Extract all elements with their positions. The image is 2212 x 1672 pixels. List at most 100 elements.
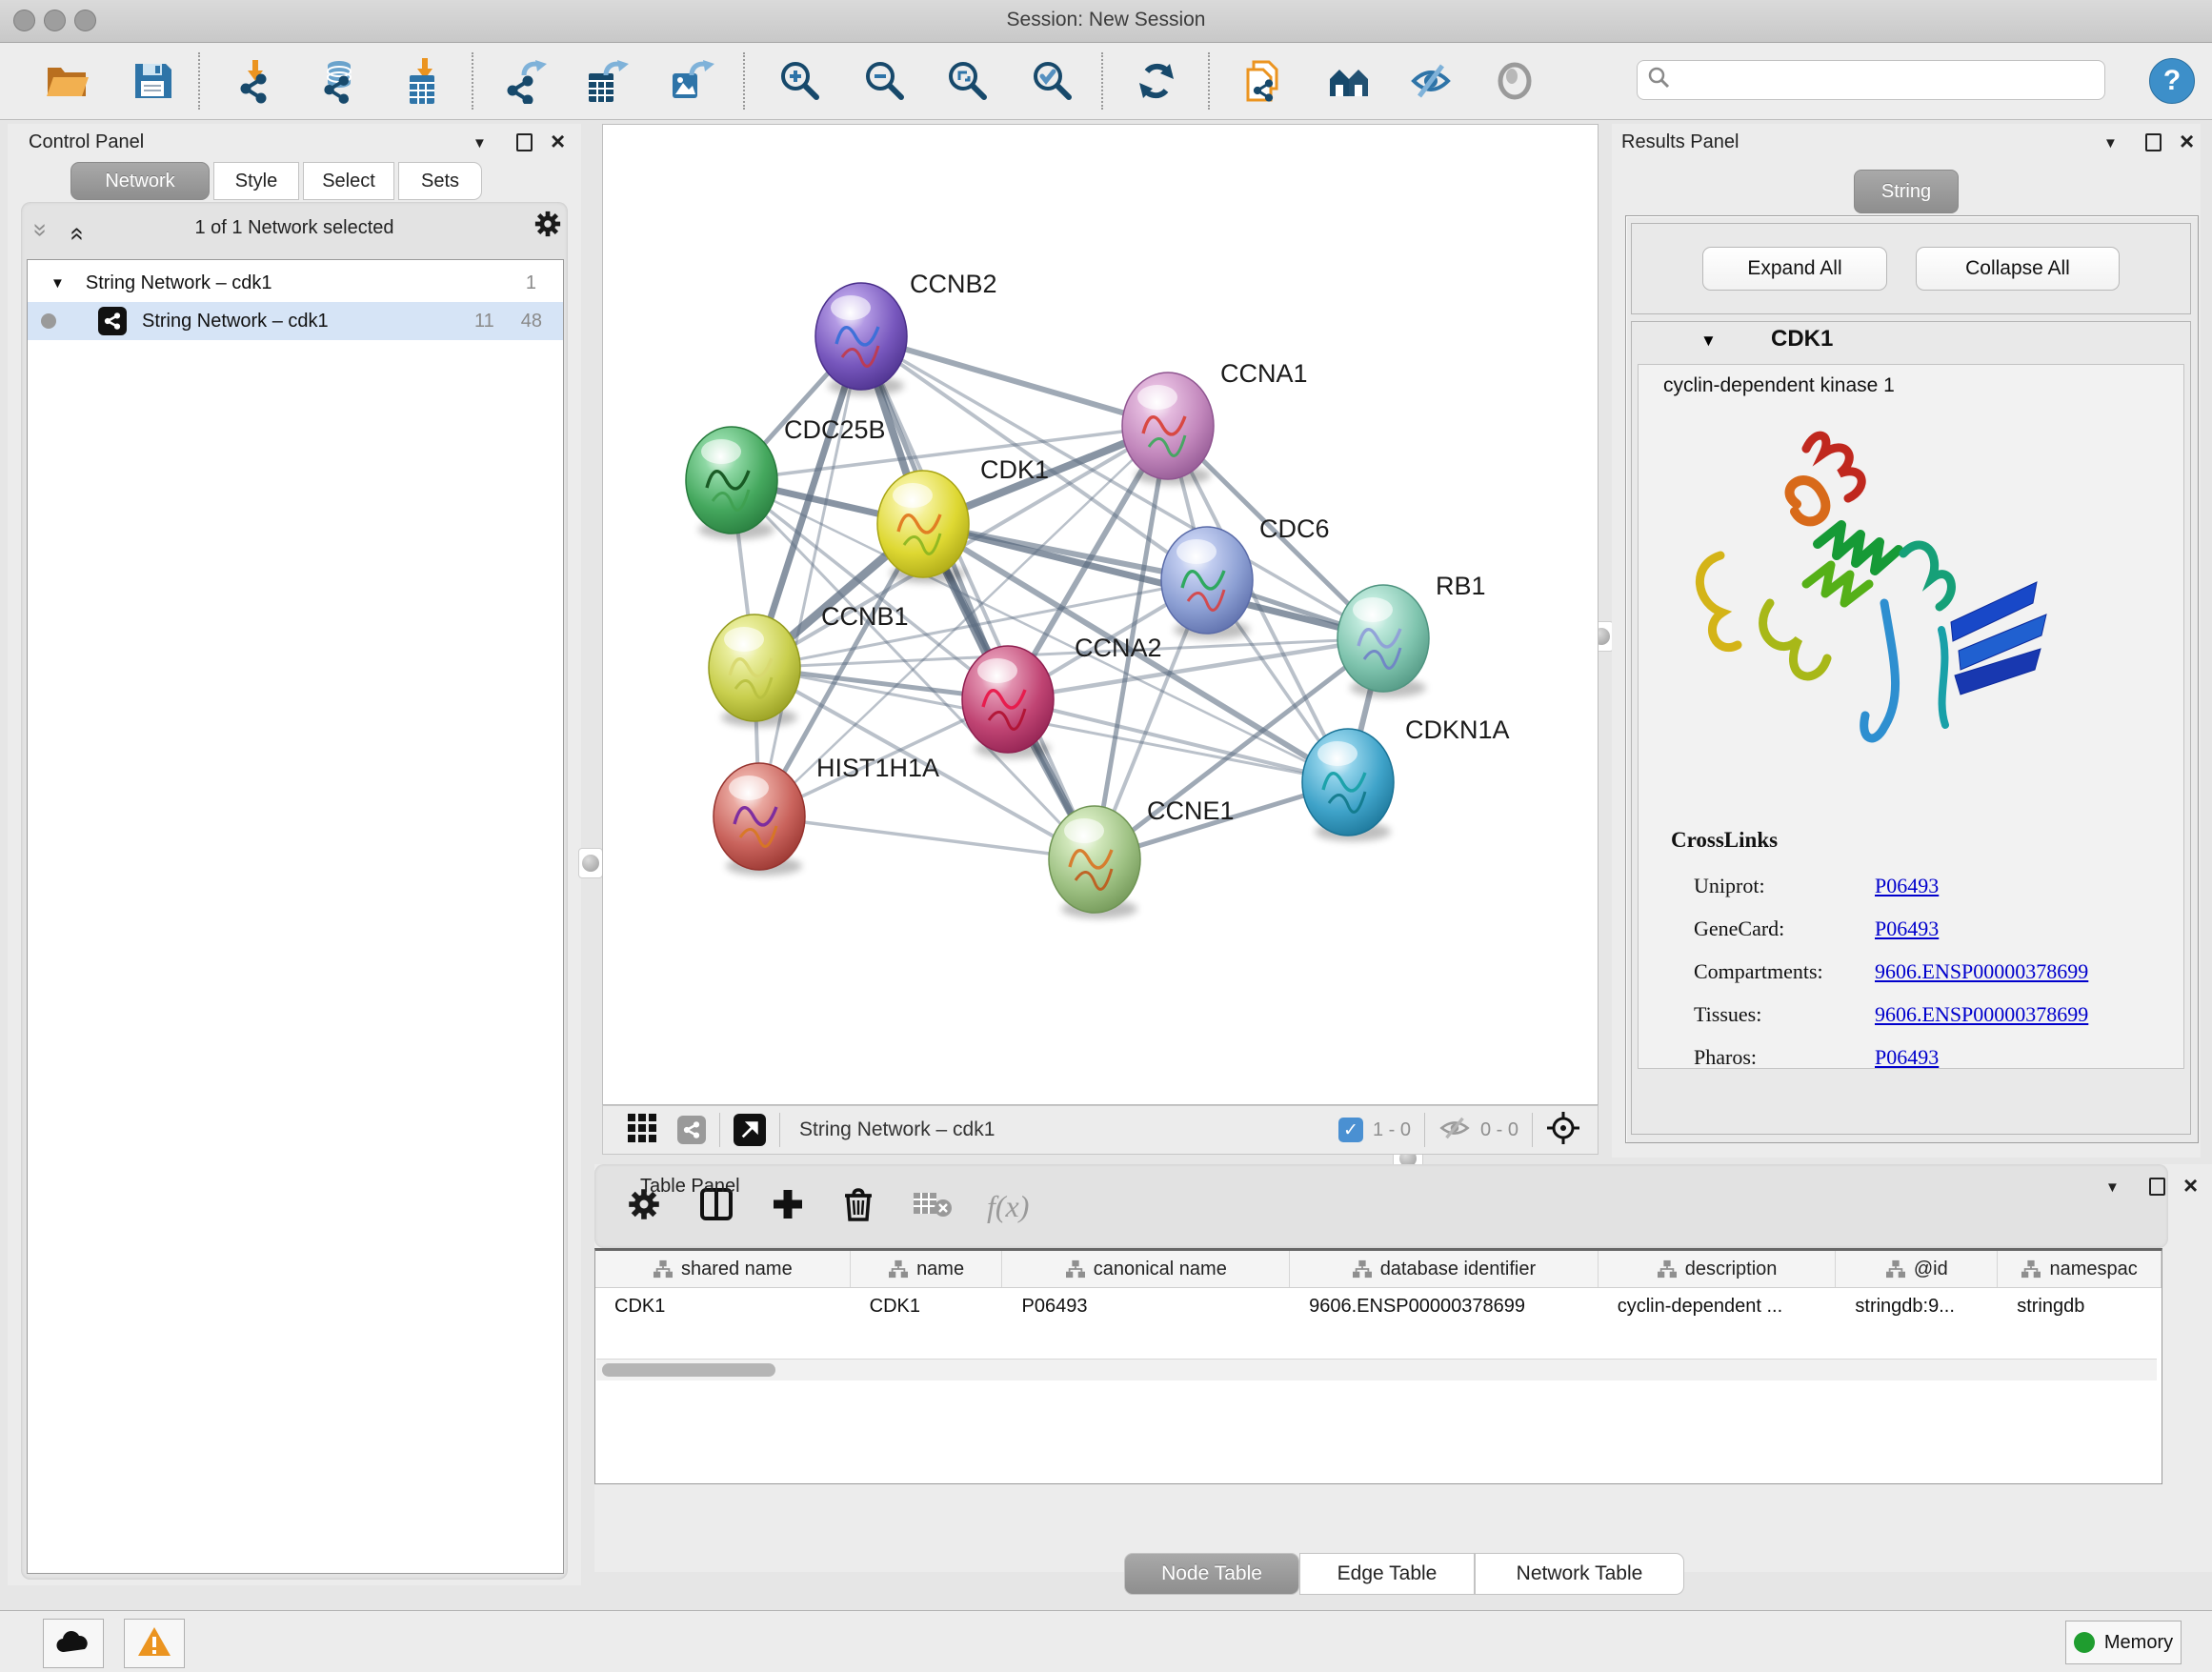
refresh-layout-button[interactable]	[1132, 56, 1181, 106]
open-session-button[interactable]	[42, 56, 91, 106]
table-row[interactable]: CDK1CDK1P064939606.ENSP00000378699cyclin…	[595, 1288, 2162, 1324]
network-canvas[interactable]: CCNB2 CCNA1 CDC25B CDK1 CDC6 RB1 CCNB1 C…	[602, 124, 1599, 1105]
control-panel-close-icon[interactable]: ×	[551, 131, 565, 151]
tab-edge-table[interactable]: Edge Table	[1299, 1553, 1475, 1595]
control-panel-float-icon[interactable]	[516, 133, 533, 151]
crosslink-row: Pharos:P06493	[1694, 1036, 2170, 1078]
table-cell: cyclin-dependent ...	[1599, 1288, 1837, 1324]
crosslink-link[interactable]: 9606.ENSP00000378699	[1875, 1002, 2088, 1027]
control-panel-menu-icon[interactable]: ▼	[473, 135, 487, 151]
crosslink-link[interactable]: P06493	[1875, 917, 1939, 941]
export-network-button[interactable]	[501, 56, 551, 106]
string-service-icon[interactable]	[677, 1116, 706, 1144]
edge[interactable]	[861, 336, 1168, 426]
crosslink-link[interactable]: P06493	[1875, 874, 1939, 898]
column-header-description[interactable]: description	[1599, 1251, 1837, 1287]
network-graph[interactable]: CCNB2 CCNA1 CDC25B CDK1 CDC6 RB1 CCNB1 C…	[603, 125, 1598, 1104]
table-panel-float-icon[interactable]	[2149, 1178, 2165, 1196]
crosslink-label: Tissues:	[1694, 1002, 1875, 1027]
collection-expand-icon[interactable]: ▼	[50, 275, 65, 292]
tab-select[interactable]: Select	[303, 162, 394, 200]
node-HIST1H1A[interactable]: HIST1H1A	[714, 754, 939, 876]
zoom-fit-button[interactable]	[943, 56, 993, 106]
edge[interactable]	[759, 336, 861, 816]
column-header-shared-name[interactable]: shared name	[595, 1251, 851, 1287]
node-label: CCNB1	[821, 602, 909, 631]
toolbar-separator	[743, 52, 745, 110]
table-panel-menu-icon[interactable]: ▼	[2105, 1179, 2120, 1196]
results-panel-close-icon[interactable]: ×	[2180, 131, 2194, 151]
export-image-button[interactable]	[667, 56, 716, 106]
gene-section: ▼ CDK1 cyclin-dependent kinase 1 CrossLi…	[1631, 321, 2191, 1135]
zoom-selected-button[interactable]	[1028, 56, 1077, 106]
warning-status-button[interactable]	[124, 1619, 185, 1668]
hide-selected-button[interactable]	[1406, 56, 1456, 106]
node-RB1[interactable]: RB1	[1337, 572, 1486, 697]
delete-column-icon[interactable]	[842, 1187, 875, 1226]
table-header-row: shared name name canonical namedatabase id…	[595, 1251, 2162, 1288]
birdseye-view-icon[interactable]	[734, 1114, 766, 1146]
memory-button[interactable]: Memory	[2065, 1621, 2182, 1664]
save-session-button[interactable]	[128, 56, 177, 106]
results-panel-menu-icon[interactable]: ▼	[2103, 135, 2118, 151]
grid-view-icon[interactable]	[628, 1114, 656, 1147]
table-panel-close-icon[interactable]: ×	[2183, 1176, 2198, 1195]
crosslink-label: Compartments:	[1694, 959, 1875, 984]
column-header-database-identifier[interactable]: database identifier	[1290, 1251, 1599, 1287]
show-all-button[interactable]	[1490, 56, 1539, 106]
table-cell: stringdb:9...	[1836, 1288, 1998, 1324]
add-column-icon[interactable]	[772, 1188, 804, 1225]
tab-sets[interactable]: Sets	[398, 162, 482, 200]
edge-count: 48	[521, 311, 542, 332]
network-row-selected[interactable]: String Network – cdk1 11 48	[28, 302, 563, 340]
node-label: CCNA1	[1220, 359, 1308, 388]
zoom-in-button[interactable]	[775, 56, 825, 106]
tab-network[interactable]: Network	[70, 162, 210, 200]
column-header-@id[interactable]: @id	[1836, 1251, 1998, 1287]
node-label: CDK1	[980, 455, 1049, 484]
tab-string[interactable]: String	[1854, 170, 1959, 213]
node-CCNB2[interactable]: CCNB2	[815, 270, 997, 395]
tab-network-table[interactable]: Network Table	[1475, 1553, 1684, 1595]
node-CDC25B[interactable]: CDC25B	[686, 415, 886, 539]
collapse-all-button[interactable]: Collapse All	[1916, 247, 2120, 291]
help-button[interactable]: ?	[2149, 58, 2195, 104]
import-network-database-button[interactable]	[314, 56, 364, 106]
import-table-button[interactable]	[400, 56, 450, 106]
crosslink-label: Uniprot:	[1694, 874, 1875, 898]
expand-all-button[interactable]: Expand All	[1702, 247, 1887, 291]
crosslink-link[interactable]: 9606.ENSP00000378699	[1875, 959, 2088, 984]
crosslink-link[interactable]: P06493	[1875, 1045, 1939, 1070]
network-collection-row[interactable]: ▼ String Network – cdk1 1	[28, 264, 563, 302]
node-CCNA1[interactable]: CCNA1	[1122, 359, 1308, 485]
network-options-gear-icon[interactable]	[533, 210, 562, 243]
control-panel: Control Panel ▼ × Network Style Select S…	[8, 124, 581, 1585]
gene-collapse-icon[interactable]: ▼	[1700, 332, 1717, 351]
import-network-file-button[interactable]	[232, 56, 282, 106]
column-header-namespac[interactable]: namespac	[1998, 1251, 2162, 1287]
column-header-name[interactable]: name	[851, 1251, 1003, 1287]
results-panel: Results Panel ▼ × String Expand All Coll…	[1612, 124, 2201, 1158]
zoom-out-button[interactable]	[860, 56, 910, 106]
hidden-indicator-eye-icon[interactable]	[1438, 1116, 1471, 1145]
tab-style[interactable]: Style	[213, 162, 299, 200]
column-header-canonical-name[interactable]: canonical name	[1002, 1251, 1290, 1287]
node-CCNE1[interactable]: CCNE1	[1049, 796, 1235, 918]
left-splitter-grip[interactable]	[578, 848, 603, 878]
results-panel-float-icon[interactable]	[2145, 133, 2162, 151]
cloud-status-button[interactable]	[43, 1619, 104, 1668]
center-view-crosshair-icon[interactable]	[1546, 1111, 1580, 1150]
table-horizontal-scrollbar[interactable]	[596, 1359, 2157, 1380]
column-label: name	[916, 1259, 964, 1280]
search-input[interactable]	[1637, 60, 2105, 100]
node-CDKN1A[interactable]: CDKN1A	[1302, 715, 1510, 841]
first-neighbors-button[interactable]	[1324, 56, 1374, 106]
export-table-button[interactable]	[583, 56, 633, 106]
selected-indicator-checkbox[interactable]: ✓	[1338, 1118, 1363, 1142]
scrollbar-thumb[interactable]	[602, 1363, 775, 1377]
new-network-from-selection-button[interactable]	[1238, 56, 1288, 106]
table-cell: 9606.ENSP00000378699	[1290, 1288, 1599, 1324]
edge[interactable]	[759, 816, 1095, 859]
tab-node-table[interactable]: Node Table	[1124, 1553, 1299, 1595]
toolbar-separator	[1101, 52, 1103, 110]
